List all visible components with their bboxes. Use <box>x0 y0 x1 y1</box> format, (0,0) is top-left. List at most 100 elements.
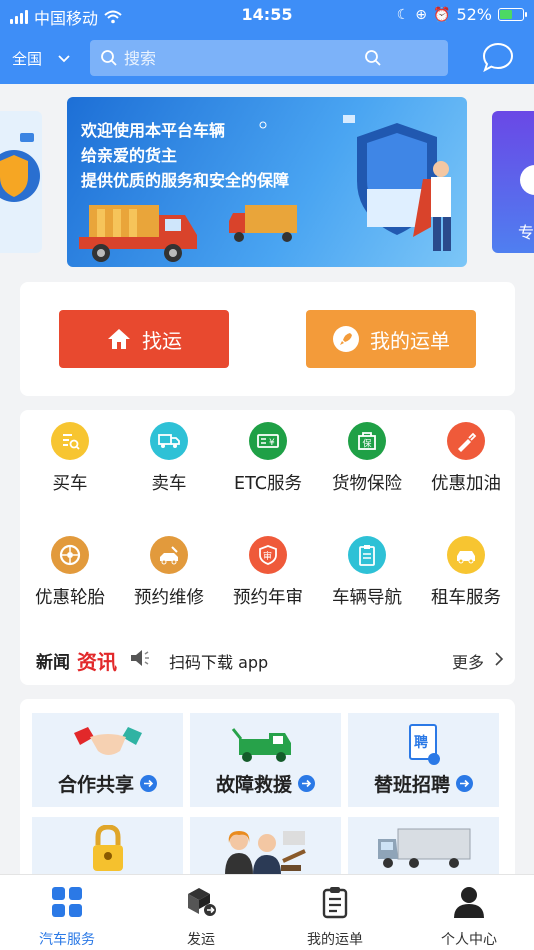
fuel-icon <box>447 422 485 460</box>
cargo-truck-icon <box>348 825 499 875</box>
news-more-link[interactable]: 更多 <box>452 649 484 673</box>
rocket-icon <box>333 326 359 352</box>
rotation-lock-icon: ⊕ <box>415 6 427 23</box>
lock-icon <box>32 824 183 877</box>
clipboard-list-icon <box>322 887 348 919</box>
find-cargo-button[interactable]: 找运 <box>59 310 229 368</box>
news-ticker[interactable]: 新闻 资讯 扫码下载 app 更多 <box>36 646 506 674</box>
service-label: 货物保险 <box>332 474 402 494</box>
service-label: 预约维修 <box>134 588 204 608</box>
chat-bubble-icon[interactable] <box>482 42 514 72</box>
feature-tile-title: 故障救援 <box>190 770 341 797</box>
speaker-icon <box>131 650 149 666</box>
service-label: 优惠加油 <box>431 474 501 494</box>
battery-icon <box>498 8 527 21</box>
banner-carousel[interactable]: 欢迎使用本平台车辆 给亲爱的货主 提供优质的服务和安全的保障 专 <box>0 84 534 280</box>
tab-label: 发运 <box>187 932 215 948</box>
service-item[interactable]: 买车 <box>20 422 120 495</box>
insurance-icon: 保 <box>348 422 386 460</box>
region-label: 全国 <box>12 50 43 68</box>
tire-icon <box>51 536 89 574</box>
svg-text:保: 保 <box>363 438 372 450</box>
user-icon <box>454 887 484 918</box>
banner-next-card[interactable]: 专 <box>492 111 534 253</box>
shield-icon <box>0 133 40 202</box>
package-send-icon <box>188 888 216 916</box>
service-label: 买车 <box>52 474 88 494</box>
services-card: 买车 卖车 ¥ ETC服务保货物保险 优惠加油 优惠轮胎 预约维修审预约年审 车辆导航 租车服务… <box>20 410 515 685</box>
banner-next-badge <box>520 165 534 195</box>
arrow-right-circle-icon <box>456 775 473 792</box>
service-label: ETC服务 <box>234 474 302 494</box>
news-tag-part2: 资讯 <box>77 650 117 674</box>
tab-ship[interactable]: 发运 <box>136 885 266 949</box>
search-icon <box>101 50 117 66</box>
service-item[interactable]: 优惠加油 <box>416 422 516 495</box>
arrow-right-circle-icon <box>140 775 157 792</box>
service-item[interactable]: 优惠轮胎 <box>20 536 120 609</box>
service-label: 卖车 <box>151 474 187 494</box>
battery-percent: 52% <box>456 5 492 24</box>
tab-label: 我的运单 <box>307 932 363 948</box>
service-label: 预约年审 <box>233 588 303 608</box>
tow-truck-icon <box>190 723 341 767</box>
alarm-icon: ⏰ <box>433 6 451 23</box>
feature-tile[interactable]: 故障救援 <box>190 713 341 807</box>
tab-profile[interactable]: 个人中心 <box>404 885 534 949</box>
svg-text:聘: 聘 <box>414 734 428 751</box>
news-tag-part1: 新闻 <box>36 653 70 673</box>
tab-label: 汽车服务 <box>39 932 95 948</box>
service-label: 车辆导航 <box>332 588 402 608</box>
service-item[interactable]: ¥ ETC服务 <box>218 422 318 495</box>
chevron-right-icon[interactable] <box>494 651 504 667</box>
banner-prev-card[interactable] <box>0 111 42 253</box>
my-orders-label: 我的运单 <box>370 328 450 353</box>
feature-tile-label: 合作共享 <box>57 774 134 796</box>
feature-tile-label: 替班招聘 <box>373 774 450 796</box>
recruit-icon: 聘 <box>348 723 499 771</box>
my-orders-button[interactable]: 我的运单 <box>306 310 476 368</box>
people-icon <box>190 825 341 879</box>
clipboard-icon <box>348 536 386 574</box>
header: 全国 <box>0 30 534 84</box>
service-item[interactable]: 卖车 <box>119 422 219 495</box>
find-cargo-label: 找运 <box>142 328 182 353</box>
feature-tile-title: 替班招聘 <box>348 770 499 797</box>
features-card: 合作共享 故障救援 聘替班招聘 <box>20 699 515 911</box>
arrow-right-circle-icon <box>298 775 315 792</box>
search-input[interactable] <box>124 40 374 76</box>
svg-text:¥: ¥ <box>269 438 275 448</box>
service-label: 租车服务 <box>431 588 501 608</box>
inspection-icon: 审 <box>249 536 287 574</box>
feature-tile-label: 故障救援 <box>215 774 292 796</box>
chevron-down-icon <box>58 54 70 62</box>
search-submit-icon[interactable] <box>364 49 382 67</box>
region-selector[interactable]: 全国 <box>12 48 70 69</box>
service-item[interactable]: 保货物保险 <box>317 422 417 495</box>
service-label: 优惠轮胎 <box>35 588 105 608</box>
news-text[interactable]: 扫码下载 app <box>169 649 268 673</box>
feature-tile[interactable]: 聘替班招聘 <box>348 713 499 807</box>
tab-label: 个人中心 <box>441 932 497 948</box>
status-bar: 中国移动 14:55 ☾ ⊕ ⏰ 52% <box>0 0 534 30</box>
service-item[interactable]: 预约维修 <box>119 536 219 609</box>
grid-apps-icon <box>52 887 82 917</box>
rent-car-icon <box>447 536 485 574</box>
service-item[interactable]: 车辆导航 <box>317 536 417 609</box>
feature-tile-title: 合作共享 <box>32 770 183 797</box>
tab-my-orders[interactable]: 我的运单 <box>270 885 400 949</box>
handshake-icon <box>32 723 183 767</box>
main-banner[interactable]: 欢迎使用本平台车辆 给亲爱的货主 提供优质的服务和安全的保障 <box>67 97 467 267</box>
etc-card-icon: ¥ <box>249 422 287 460</box>
feature-tile[interactable]: 合作共享 <box>32 713 183 807</box>
home-icon <box>108 329 130 349</box>
service-item[interactable]: 租车服务 <box>416 536 516 609</box>
banner-next-text: 专 <box>518 223 534 242</box>
service-item[interactable]: 审预约年审 <box>218 536 318 609</box>
search-box[interactable] <box>90 40 448 76</box>
tab-car-services[interactable]: 汽车服务 <box>2 885 132 949</box>
svg-text:审: 审 <box>263 550 272 562</box>
bottom-tab-bar: 汽车服务 发运 我的运单 个人中心 <box>0 874 534 950</box>
truck-illustration <box>79 115 451 262</box>
moon-icon: ☾ <box>396 6 410 23</box>
